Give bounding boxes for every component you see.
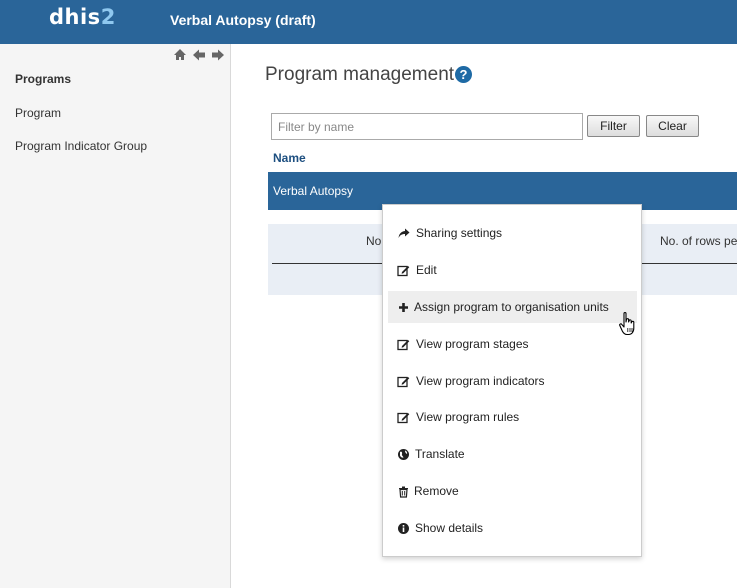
menu-item-view-program-rules[interactable]: View program rules	[388, 401, 637, 433]
column-header-name[interactable]: Name	[273, 151, 306, 165]
menu-item-label: Sharing settings	[416, 226, 503, 240]
globe-icon	[397, 448, 410, 461]
filter-input[interactable]	[271, 113, 583, 140]
edit-icon	[397, 264, 410, 277]
menu-item-assign-program[interactable]: Assign program to organisation units	[388, 291, 637, 323]
page-title: Program management	[265, 64, 455, 85]
dhis2-logo[interactable]: dhis2	[49, 5, 116, 29]
menu-item-label: Show details	[415, 521, 484, 535]
share-icon	[397, 227, 410, 240]
menu-item-show-details[interactable]: Show details	[388, 512, 637, 544]
plus-icon	[397, 301, 410, 314]
logo-accent: 2	[100, 5, 116, 29]
menu-item-label: Remove	[414, 484, 459, 498]
menu-item-label: View program indicators	[416, 374, 545, 388]
menu-item-label: Edit	[416, 263, 437, 277]
sidebar: Programs Program Program Indicator Group	[0, 44, 231, 588]
home-icon[interactable]	[173, 48, 187, 62]
trash-icon	[397, 485, 410, 498]
edit-icon	[397, 338, 410, 351]
logo-text: dhis	[49, 5, 101, 29]
clear-button[interactable]: Clear	[646, 115, 699, 137]
pager-rows-per-page-text: No. of rows pe	[660, 234, 737, 248]
sidebar-nav-icons	[173, 48, 225, 62]
info-icon	[397, 522, 410, 535]
sidebar-heading: Programs	[15, 72, 72, 86]
edit-icon	[397, 411, 410, 424]
filter-button[interactable]: Filter	[587, 115, 640, 137]
menu-item-sharing-settings[interactable]: Sharing settings	[388, 217, 637, 249]
sidebar-item-program-indicator-group[interactable]: Program Indicator Group	[15, 139, 147, 153]
arrow-right-icon[interactable]	[211, 48, 225, 62]
menu-item-label: View program rules	[416, 410, 520, 424]
arrow-left-icon[interactable]	[192, 48, 206, 62]
menu-item-remove[interactable]: Remove	[388, 475, 637, 507]
question-circle-icon[interactable]: ?	[455, 66, 472, 83]
menu-item-view-program-indicators[interactable]: View program indicators	[388, 365, 637, 397]
row-name: Verbal Autopsy	[273, 184, 354, 198]
menu-item-translate[interactable]: Translate	[388, 438, 637, 470]
sidebar-item-program[interactable]: Program	[15, 106, 61, 120]
edit-icon	[397, 375, 410, 388]
menu-item-label: Assign program to organisation units	[414, 300, 609, 314]
menu-item-label: Translate	[415, 447, 465, 461]
pager-left-text: No	[366, 234, 382, 248]
hand-cursor-icon	[618, 311, 640, 337]
menu-item-label: View program stages	[416, 337, 529, 351]
menu-item-view-program-stages[interactable]: View program stages	[388, 328, 637, 360]
app-title: Verbal Autopsy (draft)	[170, 12, 316, 28]
top-header: dhis2 Verbal Autopsy (draft)	[0, 0, 737, 44]
menu-item-edit[interactable]: Edit	[388, 254, 637, 286]
context-menu: Sharing settings Edit Assign program to …	[382, 204, 642, 557]
